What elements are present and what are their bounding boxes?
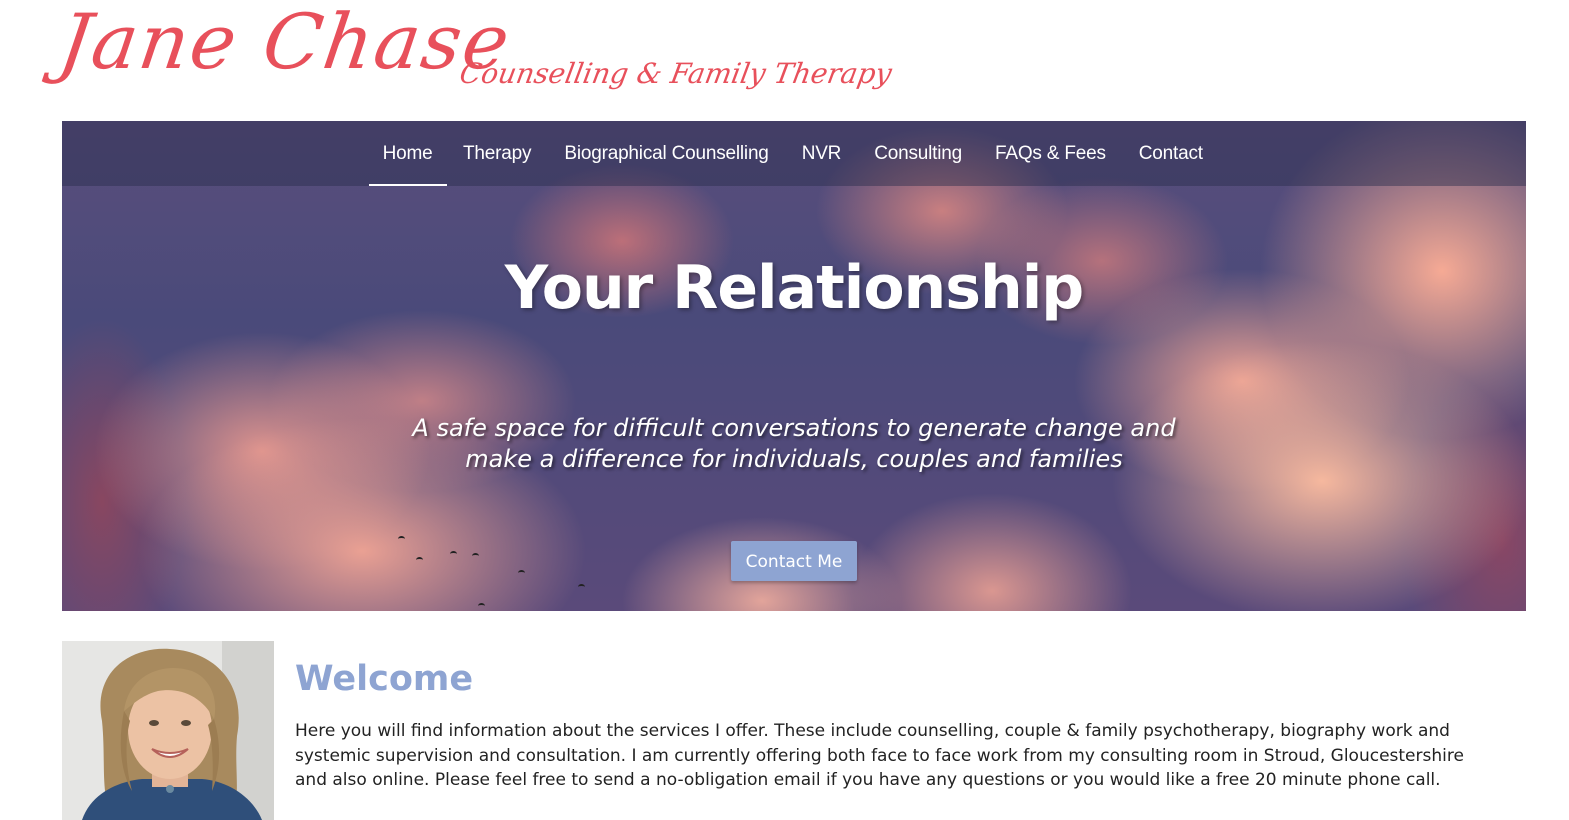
logo-name: Jane Chase bbox=[53, 0, 517, 86]
nav-item-nvr[interactable]: NVR bbox=[785, 121, 858, 186]
welcome-paragraph: Here you will find information about the… bbox=[295, 721, 1464, 790]
bird-icon bbox=[478, 603, 485, 609]
bird-icon bbox=[416, 557, 423, 563]
hero-subtitle: A safe space for difficult conversations… bbox=[62, 413, 1526, 475]
contact-me-button[interactable]: Contact Me bbox=[731, 541, 857, 581]
bird-icon bbox=[398, 536, 405, 542]
nav-item-biographical-counselling[interactable]: Biographical Counselling bbox=[548, 121, 785, 186]
nav-item-consulting[interactable]: Consulting bbox=[858, 121, 979, 186]
hero-subtitle-line-1: A safe space for difficult conversations… bbox=[412, 414, 1176, 442]
bird-icon bbox=[578, 584, 585, 590]
welcome-heading: Welcome bbox=[295, 659, 474, 699]
nav-item-therapy[interactable]: Therapy bbox=[447, 121, 548, 186]
site-logo[interactable]: Jane Chase Counselling & Family Therapy bbox=[54, 0, 895, 114]
main-navigation: Home Therapy Biographical Counselling NV… bbox=[62, 121, 1526, 186]
nav-item-faqs-fees[interactable]: FAQs & Fees bbox=[978, 121, 1122, 186]
profile-photo bbox=[62, 641, 274, 820]
hero-banner: Home Therapy Biographical Counselling NV… bbox=[62, 121, 1526, 611]
nav-item-home[interactable]: Home bbox=[368, 121, 447, 186]
nav-item-contact[interactable]: Contact bbox=[1122, 121, 1219, 186]
hero-subtitle-line-2: make a difference for individuals, coupl… bbox=[465, 445, 1123, 473]
nav-list: Home Therapy Biographical Counselling NV… bbox=[62, 121, 1526, 186]
portrait-image bbox=[62, 641, 274, 820]
bird-icon bbox=[472, 553, 479, 559]
logo-tagline: Counselling & Family Therapy bbox=[457, 57, 895, 90]
bird-icon bbox=[450, 551, 457, 557]
bird-icon bbox=[518, 570, 525, 576]
hero-title: Your Relationship bbox=[504, 253, 1084, 323]
